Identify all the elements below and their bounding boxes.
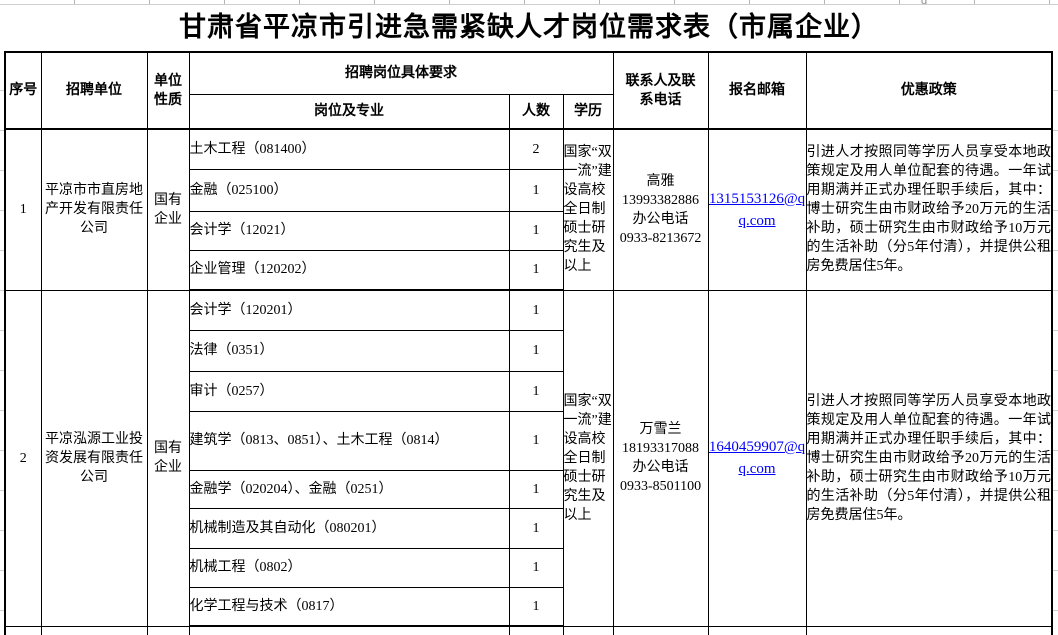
email-cell: 1640459907@qq.com — [708, 290, 806, 626]
degree-cell: 国家“双一流”建设高校全日制硕士研究生及以上 — [563, 290, 613, 626]
count-cell: 1 — [509, 290, 563, 330]
position-cell: 机械制造及其自动化（080201） — [189, 508, 509, 548]
unit-nature-cell: 国有企业 — [147, 129, 189, 290]
col-header-nature: 单位性质 — [147, 52, 189, 129]
empty-cell — [806, 626, 1052, 635]
spreadsheet-screenshot: g 甘肃省平凉市引进急需紧缺人才岗位需求表（市属企业） 序号 招聘单位 单位性质… — [0, 0, 1058, 635]
position-cell: 法律（0351） — [189, 330, 509, 371]
unit-nature-cell: 国有企业 — [147, 290, 189, 626]
clipped-next-row — [5, 626, 1052, 635]
col-header-policy: 优惠政策 — [806, 52, 1052, 129]
position-cell: 建筑学（0813、0851）、土木工程（0814） — [189, 411, 509, 470]
row-index-cell: 1 — [5, 129, 41, 290]
empty-cell — [41, 626, 147, 635]
email-link[interactable]: 1315153126@qq.com — [709, 188, 806, 232]
contact-cell: 万雪兰 18193317088 办公电话 0933-8501100 — [613, 290, 708, 626]
position-cell: 金融（025100） — [189, 169, 509, 211]
position-cell: 审计（0257） — [189, 371, 509, 411]
unit-name-cell: 平凉市市直房地产开发有限责任公司 — [41, 129, 147, 290]
count-cell: 2 — [509, 129, 563, 169]
empty-cell — [509, 626, 563, 635]
position-cell: 会计学（12021） — [189, 211, 509, 250]
count-cell: 1 — [509, 548, 563, 587]
col-header-contact: 联系人及联系电话 — [613, 52, 708, 129]
empty-cell — [708, 626, 806, 635]
count-cell: 1 — [509, 470, 563, 508]
col-header-xuhao: 序号 — [5, 52, 41, 129]
empty-cell — [613, 626, 708, 635]
contact-cell: 高雅 13993382886 办公电话 0933-8213672 — [613, 129, 708, 290]
empty-cell — [189, 626, 509, 635]
count-cell: 1 — [509, 330, 563, 371]
position-cell: 企业管理（120202） — [189, 250, 509, 290]
count-cell: 1 — [509, 508, 563, 548]
recruitment-table: 序号 招聘单位 单位性质 招聘岗位具体要求 联系人及联系电话 报名邮箱 优惠政策… — [4, 51, 1053, 635]
empty-cell — [563, 626, 613, 635]
count-cell: 1 — [509, 169, 563, 211]
policy-cell: 引进人才按照同等学历人员享受本地政策规定及用人单位配套的待遇。一年试用期满并正式… — [806, 290, 1052, 626]
page-title: 甘肃省平凉市引进急需紧缺人才岗位需求表（市属企业） — [0, 4, 1058, 51]
row-index-cell: 2 — [5, 290, 41, 626]
col-header-position: 岗位及专业 — [189, 94, 509, 129]
col-header-unit: 招聘单位 — [41, 52, 147, 129]
count-cell: 1 — [509, 250, 563, 290]
position-cell: 化学工程与技术（0817） — [189, 587, 509, 626]
position-cell: 会计学（120201） — [189, 290, 509, 330]
degree-cell: 国家“双一流”建设高校全日制硕士研究生及以上 — [563, 129, 613, 290]
policy-cell: 引进人才按照同等学历人员享受本地政策规定及用人单位配套的待遇。一年试用期满并正式… — [806, 129, 1052, 290]
email-link[interactable]: 1640459907@qq.com — [709, 436, 806, 480]
position-cell: 土木工程（081400） — [189, 129, 509, 169]
col-header-requirements-group: 招聘岗位具体要求 — [189, 52, 613, 94]
col-header-email: 报名邮箱 — [708, 52, 806, 129]
empty-cell — [147, 626, 189, 635]
empty-cell — [5, 626, 41, 635]
col-header-degree: 学历 — [563, 94, 613, 129]
email-cell: 1315153126@qq.com — [708, 129, 806, 290]
position-cell: 机械工程（0802） — [189, 548, 509, 587]
count-cell: 1 — [509, 587, 563, 626]
unit-name-cell: 平凉泓源工业投资发展有限责任公司 — [41, 290, 147, 626]
count-cell: 1 — [509, 411, 563, 470]
count-cell: 1 — [509, 211, 563, 250]
count-cell: 1 — [509, 371, 563, 411]
position-cell: 金融学（020204）、金融（0251） — [189, 470, 509, 508]
col-header-count: 人数 — [509, 94, 563, 129]
